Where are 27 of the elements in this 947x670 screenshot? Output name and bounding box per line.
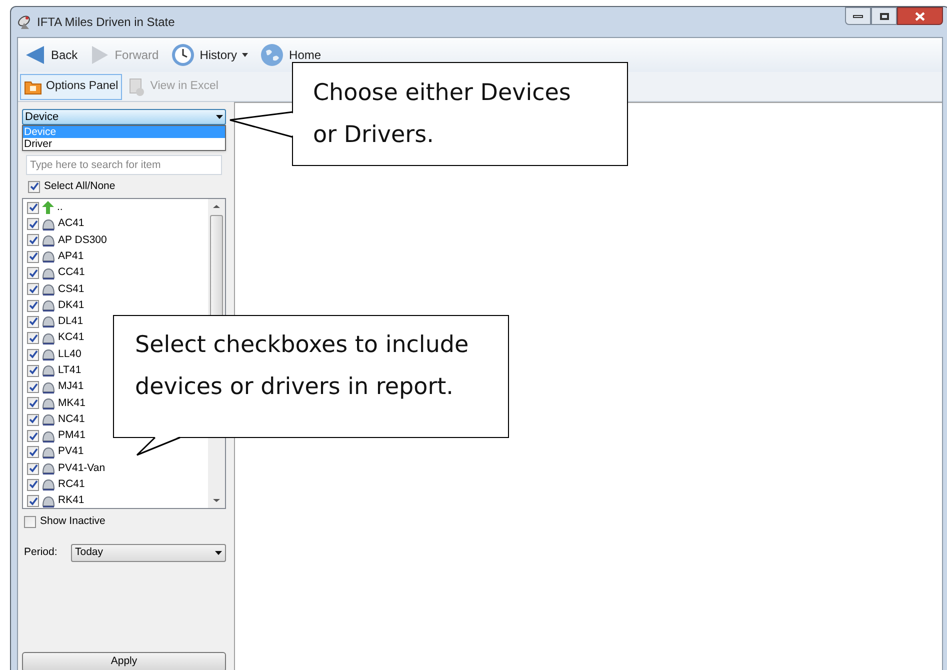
item-label: MJ41	[58, 379, 84, 394]
item-label: KC41	[58, 330, 84, 346]
item-label: CS41	[58, 282, 84, 296]
item-label: MK41	[58, 396, 86, 411]
callout-tooltip: Select checkboxes to include devices or drivers in report.	[113, 315, 509, 438]
item-label: PV41	[58, 444, 84, 460]
checkbox-label: Show Inactive	[40, 514, 106, 529]
item-label: LT41	[58, 362, 82, 378]
item-label: AP DS300	[58, 232, 107, 248]
item-label: NC41	[58, 412, 85, 427]
item-label: DK41	[58, 298, 84, 313]
item-label: PV41-Van	[58, 460, 106, 476]
item-label: AP41	[58, 248, 84, 264]
checkbox-label: Select All/None	[44, 179, 116, 194]
item-label: LL40	[58, 346, 82, 362]
item-label: RC41	[58, 477, 85, 492]
dropdown-value: Device	[25, 110, 60, 125]
item-label: ..	[57, 200, 63, 216]
item-label: AC41	[58, 216, 84, 232]
item-label: DL41	[58, 314, 84, 330]
item-label: RK41	[58, 493, 84, 508]
dropdown-value: Today	[75, 544, 104, 560]
item-label: CC41	[58, 265, 85, 280]
callout-tooltip: Choose either Devices or Drivers.	[292, 62, 628, 166]
window-title: IFTA Miles Driven in State	[37, 14, 175, 31]
item-label: PM41	[58, 428, 86, 444]
period-label: Period:	[24, 544, 58, 560]
